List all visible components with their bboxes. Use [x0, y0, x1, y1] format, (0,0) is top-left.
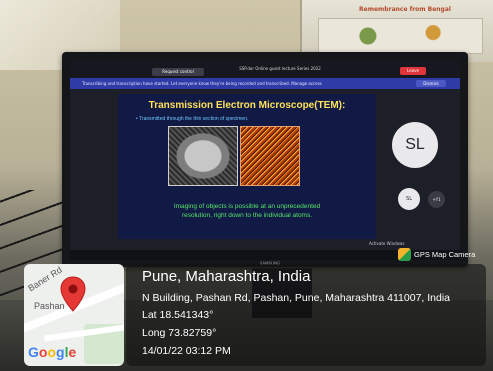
presentation-slide: Transmission Electron Microscope(TEM): •…	[118, 94, 376, 239]
map-pin-icon	[60, 276, 86, 312]
zoom-toolbar: Request control SSP.dor Online guest lec…	[70, 60, 460, 78]
location-latitude: Lat 18.541343°	[142, 309, 214, 321]
poster-title: Remembrance from Bengal	[359, 6, 451, 13]
map-road-label: Baner Rd	[26, 264, 64, 294]
transcription-banner: Transcribing and transcription have star…	[70, 78, 460, 89]
slide-caption: Imaging of objects is possible at an unp…	[138, 202, 356, 220]
participant-avatar-small[interactable]: SL	[398, 188, 420, 210]
google-logo: Google	[28, 344, 77, 360]
gps-camera-logo-text: GPS Map Camera	[414, 249, 476, 259]
location-city: Pune, Maharashtra, India	[142, 268, 311, 285]
gps-camera-icon	[398, 247, 411, 261]
dismiss-button[interactable]: Dismiss	[416, 80, 446, 87]
capture-datetime: 14/01/22 03:12 PM	[142, 345, 231, 357]
request-control-button[interactable]: Request control	[152, 68, 204, 76]
leave-button[interactable]: Leave	[400, 67, 426, 75]
location-map: Baner Rd Pashan Google	[24, 264, 124, 366]
poster-artwork	[318, 18, 483, 54]
participant-avatar-main[interactable]: SL	[392, 122, 438, 168]
tem-image-lattice	[240, 126, 300, 186]
meeting-title: SSP.dor Online guest lecture Series 2022	[239, 66, 321, 71]
location-address: N Building, Pashan Rd, Pashan, Pune, Mah…	[142, 292, 451, 304]
slide-title: Transmission Electron Microscope(TEM):	[148, 100, 346, 111]
tem-image-cell	[168, 126, 238, 186]
participant-more-button[interactable]: +Y1	[428, 191, 445, 208]
gps-camera-logo: GPS Map Camera	[398, 246, 490, 262]
slide-caption-line1: Imaging of objects is possible at an unp…	[173, 203, 321, 210]
slide-bullet: • Transmitted through the thin section o…	[136, 116, 249, 122]
slide-caption-line2: resolution, right down to the individual…	[181, 212, 313, 219]
monitor-screen: Request control SSP.dor Online guest lec…	[70, 60, 460, 260]
location-longitude: Long 73.82759°	[142, 327, 217, 339]
